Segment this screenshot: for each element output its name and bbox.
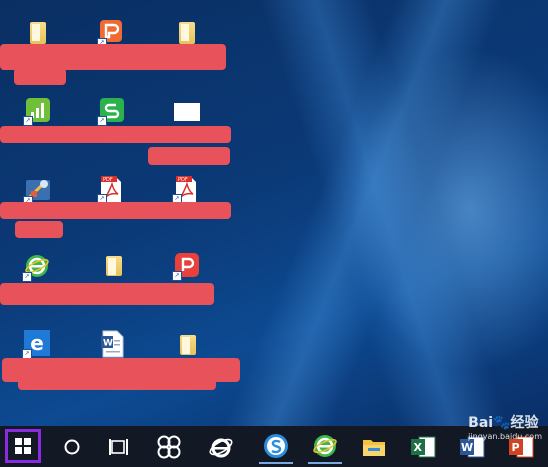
sogou-browser-icon	[264, 434, 288, 458]
svg-text:PDF: PDF	[178, 177, 188, 183]
wps-pdf-icon[interactable]: ↗	[172, 252, 199, 281]
wps-charts-icon[interactable]: ↗	[23, 97, 50, 126]
excel-button[interactable]: X	[406, 430, 440, 464]
ie-icon	[209, 438, 233, 458]
svg-text:P: P	[512, 441, 520, 454]
redacted-label	[148, 147, 230, 165]
pinwheel-icon	[157, 435, 181, 459]
windows-logo-icon	[15, 438, 31, 454]
paw-icon: 🐾	[493, 415, 511, 431]
pdf-file-icon[interactable]: PDF ↗	[97, 175, 123, 204]
task-view-icon	[109, 439, 128, 455]
wps-spreadsheets-icon[interactable]: ↗	[97, 97, 124, 126]
redacted-label	[15, 221, 63, 238]
folder-explorer-icon	[363, 440, 385, 456]
redacted-label	[0, 126, 231, 143]
svg-text:X: X	[414, 441, 423, 454]
watermark-url: jingyan.baidu.com	[468, 432, 542, 441]
tools-app-icon[interactable]: ↗	[23, 177, 50, 206]
internet-explorer-taskbar-button[interactable]	[204, 430, 238, 464]
redacted-label	[0, 283, 214, 305]
redacted-label	[14, 68, 66, 85]
start-button[interactable]	[5, 429, 41, 463]
internet-explorer-icon[interactable]: e ↗	[22, 330, 50, 359]
file-explorer-button[interactable]	[357, 430, 391, 464]
redacted-label	[0, 202, 231, 219]
watermark-brand: Bai	[468, 415, 494, 431]
green-browser-button[interactable]	[308, 430, 342, 464]
pdf-file-icon[interactable]: PDF ↗	[172, 175, 198, 204]
word-document-icon[interactable]: W	[99, 330, 124, 358]
green-e-browser-icon	[313, 435, 337, 457]
excel-icon: X	[411, 436, 436, 458]
redacted-label	[0, 44, 226, 70]
taskbar: X W P	[0, 426, 548, 467]
sogou-browser-button[interactable]	[259, 430, 293, 464]
watermark-brand-cn: 经验	[510, 415, 539, 431]
folder-icon[interactable]	[176, 333, 200, 359]
cortana-search-button[interactable]	[55, 430, 89, 464]
browser-green-e-icon[interactable]: ↗	[22, 253, 49, 282]
wps-writer-icon[interactable]: ↗	[97, 19, 123, 48]
baidu-jingyan-watermark: Bai🐾经验 jingyan.baidu.com	[468, 412, 542, 441]
svg-text:PDF: PDF	[103, 177, 113, 183]
folder-icon[interactable]	[26, 20, 50, 46]
svg-text:W: W	[103, 339, 113, 349]
folder-icon[interactable]	[102, 254, 126, 280]
redacted-label	[18, 378, 216, 390]
circle-search-icon	[64, 439, 80, 455]
pinwheel-app-button[interactable]	[152, 430, 186, 464]
svg-text:W: W	[461, 441, 473, 454]
folder-icon[interactable]	[175, 20, 199, 46]
task-view-button[interactable]	[102, 430, 136, 464]
desktop-background: ↗ ↗ ↗ ↗ PDF ↗ PDF ↗ ↗ ↗ e ↗ W	[0, 0, 548, 426]
